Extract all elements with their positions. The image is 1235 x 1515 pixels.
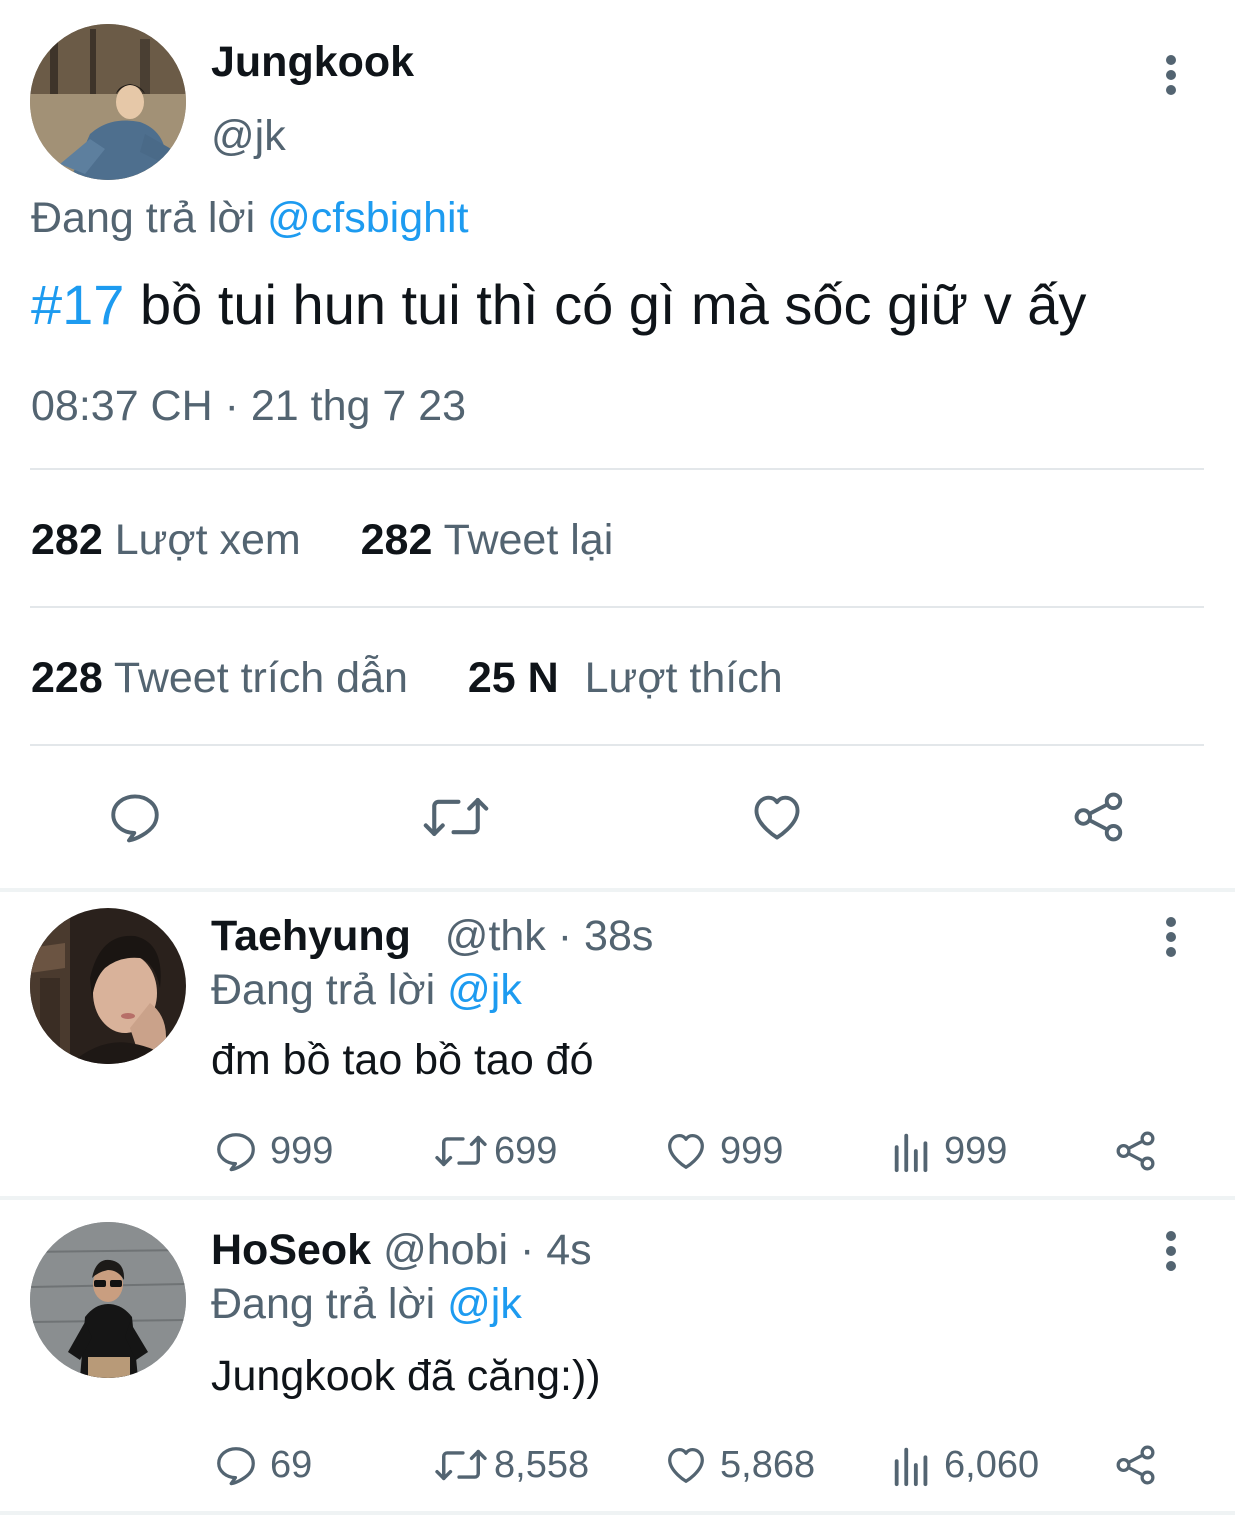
reply-context: Đang trả lời @cfsbighit: [31, 194, 469, 243]
reply-context: Đang trả lời @jk: [211, 1280, 522, 1329]
reply-count: 999: [270, 1129, 334, 1172]
views-count: 282: [31, 516, 103, 564]
reply-header: Taehyung @thk · 38s: [211, 912, 653, 961]
hashtag-link[interactable]: #17: [31, 273, 124, 336]
reply-tweet[interactable]: HoSeok @hobi · 4s Đang trả lời @jk Jungk…: [0, 1200, 1235, 1515]
share-button[interactable]: [1068, 786, 1130, 848]
reply-button[interactable]: 999: [212, 1128, 333, 1174]
reply-time[interactable]: 38s: [584, 912, 653, 960]
likes-label: Lượt thích: [584, 654, 783, 702]
retweet-button[interactable]: 699: [434, 1128, 557, 1174]
quotes-count: 228: [31, 654, 103, 702]
retweet-button[interactable]: [422, 786, 490, 848]
divider: [30, 468, 1204, 470]
more-options-button[interactable]: [1151, 912, 1191, 962]
retweet-count: 699: [494, 1129, 558, 1172]
author-handle[interactable]: @jk: [211, 112, 286, 161]
retweet-count: 8,558: [494, 1443, 590, 1486]
retweet-icon: [435, 1449, 487, 1481]
share-icon: [1074, 792, 1123, 842]
reply-button[interactable]: [104, 786, 166, 848]
reply-icon: [217, 1447, 255, 1486]
more-options-button[interactable]: [1151, 50, 1191, 100]
reply-tweet[interactable]: Taehyung @thk · 38s Đang trả lời @jk đm …: [0, 892, 1235, 1194]
retweet-button[interactable]: 8,558: [434, 1442, 589, 1488]
likes-stat[interactable]: 25 N Lượt thích: [468, 654, 783, 702]
views-stat[interactable]: 282 Lượt xem: [31, 516, 301, 564]
reply-author-handle[interactable]: @hobi: [383, 1226, 508, 1274]
reply-icon: [217, 1133, 255, 1172]
divider: [30, 744, 1204, 746]
reply-button[interactable]: 69: [212, 1442, 312, 1488]
stats-row-2: 228 Tweet trích dẫn 25 N Lượt thích: [31, 654, 783, 703]
views-label: Lượt xem: [114, 516, 301, 564]
tweet-body: bồ tui hun tui thì có gì mà sốc giữ v ấy: [124, 273, 1087, 336]
likes-count: 25 N: [467, 654, 559, 702]
like-button[interactable]: 999: [662, 1128, 783, 1174]
reply-mention-link[interactable]: @cfsbighit: [267, 194, 468, 242]
like-count: 999: [720, 1129, 784, 1172]
reply-mention-link[interactable]: @jk: [447, 966, 522, 1014]
reply-author-name[interactable]: HoSeok: [211, 1226, 371, 1274]
more-options-button[interactable]: [1151, 1226, 1191, 1276]
reply-author-name[interactable]: Taehyung: [211, 912, 411, 960]
section-divider: [0, 1511, 1235, 1515]
retweets-label: Tweet lại: [443, 516, 614, 564]
reply-count: 69: [270, 1443, 313, 1486]
avatar[interactable]: [30, 1222, 186, 1378]
like-count: 5,868: [720, 1443, 816, 1486]
share-icon: [1116, 1445, 1155, 1485]
main-tweet: Jungkook @jk Đang trả lời @cfsbighit #17…: [0, 0, 1235, 888]
author-name[interactable]: Jungkook: [211, 38, 414, 87]
like-button[interactable]: 5,868: [662, 1442, 815, 1488]
more-vertical-icon: [1166, 55, 1176, 95]
separator-dot: ·: [545, 912, 585, 960]
reply-prefix: Đang trả lời: [211, 1280, 436, 1328]
heart-icon: [754, 795, 800, 840]
reply-context: Đang trả lời @jk: [211, 966, 522, 1015]
divider: [30, 606, 1204, 608]
view-count: 999: [944, 1129, 1008, 1172]
reply-text: Jungkook đã căng:)): [211, 1352, 601, 1400]
share-icon: [1116, 1131, 1155, 1171]
quotes-stat[interactable]: 228 Tweet trích dẫn: [31, 654, 408, 702]
more-vertical-icon: [1166, 1231, 1176, 1271]
reply-mention-link[interactable]: @jk: [447, 1280, 522, 1328]
retweets-count: 282: [360, 516, 433, 564]
timestamp[interactable]: 08:37 CH · 21 thg 7 23: [31, 382, 466, 431]
retweet-icon: [423, 798, 489, 836]
heart-icon: [668, 1448, 704, 1483]
analytics-icon: [894, 1133, 928, 1173]
quotes-label: Tweet trích dẫn: [113, 654, 408, 702]
reply-prefix: Đang trả lời: [31, 194, 256, 242]
share-button[interactable]: [1112, 1128, 1170, 1174]
reply-text: đm bồ tao bồ tao đó: [211, 1036, 594, 1084]
reply-header: HoSeok @hobi · 4s: [211, 1226, 592, 1275]
retweets-stat[interactable]: 282 Tweet lại: [361, 516, 614, 564]
reply-prefix: Đang trả lời: [211, 966, 436, 1014]
reply-author-handle[interactable]: @thk: [445, 912, 546, 960]
analytics-icon: [894, 1447, 928, 1487]
avatar[interactable]: [30, 24, 186, 180]
reply-time[interactable]: 4s: [546, 1226, 591, 1274]
avatar[interactable]: [30, 908, 186, 1064]
heart-icon: [668, 1134, 704, 1169]
retweet-icon: [435, 1135, 487, 1167]
view-count: 6,060: [944, 1443, 1040, 1486]
more-vertical-icon: [1166, 917, 1176, 957]
views-button[interactable]: 6,060: [890, 1442, 1039, 1488]
reply-icon: [111, 794, 159, 843]
stats-row-1: 282 Lượt xem 282 Tweet lại: [31, 516, 613, 565]
share-button[interactable]: [1112, 1442, 1170, 1488]
tweet-text: #17 bồ tui hun tui thì có gì mà sốc giữ …: [31, 272, 1086, 337]
separator-dot: ·: [508, 1226, 547, 1274]
like-button[interactable]: [746, 786, 808, 848]
views-button[interactable]: 999: [890, 1128, 1007, 1174]
